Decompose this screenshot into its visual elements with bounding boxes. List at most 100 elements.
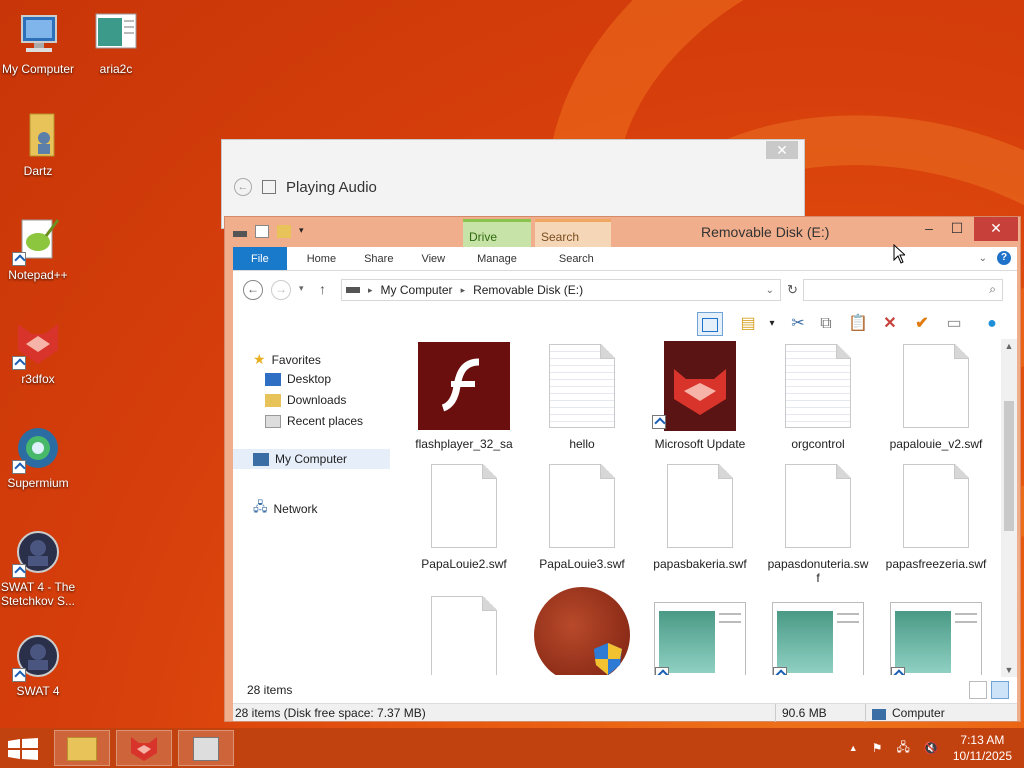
file-item[interactable] bbox=[527, 587, 637, 675]
desktop-icon-r3dfox[interactable]: r3dfox bbox=[0, 320, 76, 386]
tab-file[interactable]: File bbox=[233, 247, 287, 270]
nav-desktop[interactable]: Desktop bbox=[265, 372, 331, 386]
generic-file-icon bbox=[418, 593, 510, 675]
file-item[interactable]: papasfreezeria.swf bbox=[881, 461, 991, 571]
up-arrow-icon[interactable]: ↑ bbox=[319, 281, 326, 297]
title-bar[interactable]: ▾ Drive Tools Search Tools Removable Dis… bbox=[225, 217, 1020, 274]
file-item[interactable]: Microsoft Update bbox=[645, 341, 755, 451]
forward-icon[interactable]: → bbox=[271, 280, 291, 300]
computer-icon bbox=[872, 709, 886, 720]
web-globe-icon[interactable]: ● bbox=[979, 312, 1005, 336]
close-button[interactable]: ✕ bbox=[766, 141, 798, 159]
recent-locations-chevron-icon[interactable]: ▾ bbox=[299, 283, 304, 294]
folder-options-icon[interactable]: ▤ bbox=[735, 312, 761, 336]
tab-search[interactable]: Search bbox=[535, 247, 618, 270]
minimize-button[interactable]: – bbox=[914, 217, 944, 241]
text-file-icon bbox=[772, 341, 864, 431]
desktop-icon-swat4-stetchkov[interactable]: SWAT 4 - The Stetchkov S... bbox=[0, 528, 76, 608]
tab-home[interactable]: Home bbox=[293, 247, 350, 270]
desktop-icon-dartz[interactable]: Dartz bbox=[0, 112, 76, 178]
refresh-icon[interactable]: ↻ bbox=[787, 282, 798, 298]
nav-downloads[interactable]: Downloads bbox=[265, 393, 346, 407]
volume-muted-icon[interactable]: 🔇 bbox=[924, 741, 939, 755]
status-bar: 28 items (Disk free space: 7.37 MB) 90.6… bbox=[233, 703, 1017, 722]
file-item[interactable]: papasdonuteria.swf bbox=[763, 461, 873, 585]
system-tray: ▲ ⚑ 🖧 🔇 7:13 AM 10/11/2025 bbox=[849, 732, 1012, 764]
scroll-up-icon[interactable]: ▲ bbox=[1001, 339, 1017, 353]
breadcrumb-my-computer[interactable]: My Computer bbox=[381, 283, 453, 297]
shortcut-arrow-icon bbox=[655, 667, 669, 675]
nav-network[interactable]: 🖧 Network bbox=[253, 498, 318, 520]
desktop-icon-notepadpp[interactable]: Notepad++ bbox=[0, 216, 76, 282]
file-item[interactable]: orgcontrol bbox=[763, 341, 873, 451]
scrollbar-thumb[interactable] bbox=[1004, 401, 1014, 531]
file-item[interactable]: papalouie_v2.swf bbox=[881, 341, 991, 451]
search-icon[interactable]: ⌕ bbox=[989, 282, 996, 297]
desktop-icon-supermium[interactable]: Supermium bbox=[0, 424, 76, 490]
file-item[interactable] bbox=[881, 595, 991, 675]
tab-manage[interactable]: Manage bbox=[459, 247, 535, 270]
breadcrumb-current[interactable]: Removable Disk (E:) bbox=[473, 283, 583, 297]
taskbar-r3dfox[interactable] bbox=[116, 730, 172, 766]
back-icon[interactable]: ← bbox=[243, 280, 263, 300]
context-tab-search-tools[interactable]: Search Tools bbox=[535, 219, 611, 274]
explorer-window[interactable]: ▾ Drive Tools Search Tools Removable Dis… bbox=[224, 216, 1021, 722]
details-view-button[interactable] bbox=[969, 681, 987, 699]
desktop-icon-swat4[interactable]: SWAT 4 bbox=[0, 632, 76, 698]
close-button[interactable]: ✕ bbox=[974, 217, 1018, 241]
file-explorer-icon bbox=[67, 737, 97, 761]
customize-qat-icon[interactable]: ▾ bbox=[299, 225, 313, 238]
nav-my-computer[interactable]: My Computer bbox=[233, 449, 390, 469]
show-hidden-icons-icon[interactable]: ▲ bbox=[849, 743, 858, 753]
nav-favorites[interactable]: ★ Favorites bbox=[253, 351, 321, 368]
breadcrumb-separator-icon: ▸ bbox=[368, 284, 373, 295]
context-tab-drive-tools[interactable]: Drive Tools bbox=[463, 219, 531, 274]
generic-file-icon bbox=[418, 461, 510, 551]
file-name: papalouie_v2.swf bbox=[889, 437, 983, 451]
file-item[interactable] bbox=[645, 595, 755, 675]
address-dropdown-icon[interactable]: ⌄ bbox=[766, 285, 774, 296]
tab-view[interactable]: View bbox=[407, 247, 459, 270]
vertical-scrollbar[interactable]: ▲ ▼ bbox=[1001, 339, 1017, 677]
maximize-button[interactable]: ☐ bbox=[942, 217, 972, 241]
paste-icon[interactable]: 📋 bbox=[845, 312, 871, 336]
search-input[interactable]: ⌕ bbox=[803, 279, 1003, 301]
taskbar-media-player[interactable] bbox=[178, 730, 234, 766]
taskbar: ▲ ⚑ 🖧 🔇 7:13 AM 10/11/2025 bbox=[0, 728, 1024, 768]
nav-recent-places[interactable]: Recent places bbox=[265, 414, 363, 428]
clock[interactable]: 7:13 AM 10/11/2025 bbox=[953, 732, 1012, 764]
help-icon[interactable]: ? bbox=[997, 251, 1011, 265]
file-item[interactable] bbox=[409, 593, 519, 675]
scroll-down-icon[interactable]: ▼ bbox=[1001, 663, 1017, 677]
file-item[interactable]: PapaLouie3.swf bbox=[527, 461, 637, 571]
copy-icon[interactable]: ⧉ bbox=[813, 312, 839, 336]
file-item[interactable]: papasbakeria.swf bbox=[645, 461, 755, 571]
desktop-icon-label: r3dfox bbox=[21, 372, 55, 386]
chevron-down-icon[interactable]: ⌄ bbox=[979, 253, 987, 264]
back-icon[interactable]: ← bbox=[234, 178, 252, 196]
delete-icon[interactable]: ✕ bbox=[877, 312, 903, 336]
properties-icon[interactable]: ▭ bbox=[941, 312, 967, 336]
network-icon[interactable]: 🖧 bbox=[896, 738, 909, 759]
file-item[interactable]: hello bbox=[527, 341, 637, 451]
tab-share[interactable]: Share bbox=[350, 247, 407, 270]
address-bar[interactable]: ▸ My Computer ▸ Removable Disk (E:) ⌄ bbox=[341, 279, 781, 301]
desktop-icon-aria2c[interactable]: aria2c bbox=[78, 10, 154, 76]
desktop-icon-my-computer[interactable]: My Computer bbox=[0, 10, 76, 76]
swat-icon bbox=[12, 632, 62, 682]
taskbar-file-explorer[interactable] bbox=[54, 730, 110, 766]
file-name: papasbakeria.swf bbox=[653, 557, 747, 571]
new-folder-icon[interactable] bbox=[277, 225, 291, 238]
file-item[interactable]: flashplayer_32_sa bbox=[409, 341, 519, 451]
desktop-icon-label: Supermium bbox=[7, 476, 69, 490]
file-item[interactable]: PapaLouie2.swf bbox=[409, 461, 519, 571]
action-center-flag-icon[interactable]: ⚑ bbox=[872, 741, 883, 755]
preview-pane-icon[interactable] bbox=[697, 312, 723, 336]
rename-icon[interactable]: ✔ bbox=[909, 312, 935, 336]
properties-icon[interactable] bbox=[255, 225, 269, 238]
chevron-down-icon[interactable]: ▾ bbox=[759, 312, 785, 336]
cut-icon[interactable]: ✂ bbox=[785, 312, 811, 336]
start-button[interactable] bbox=[8, 738, 40, 760]
file-item[interactable] bbox=[763, 595, 873, 675]
large-icons-view-button[interactable] bbox=[991, 681, 1009, 699]
